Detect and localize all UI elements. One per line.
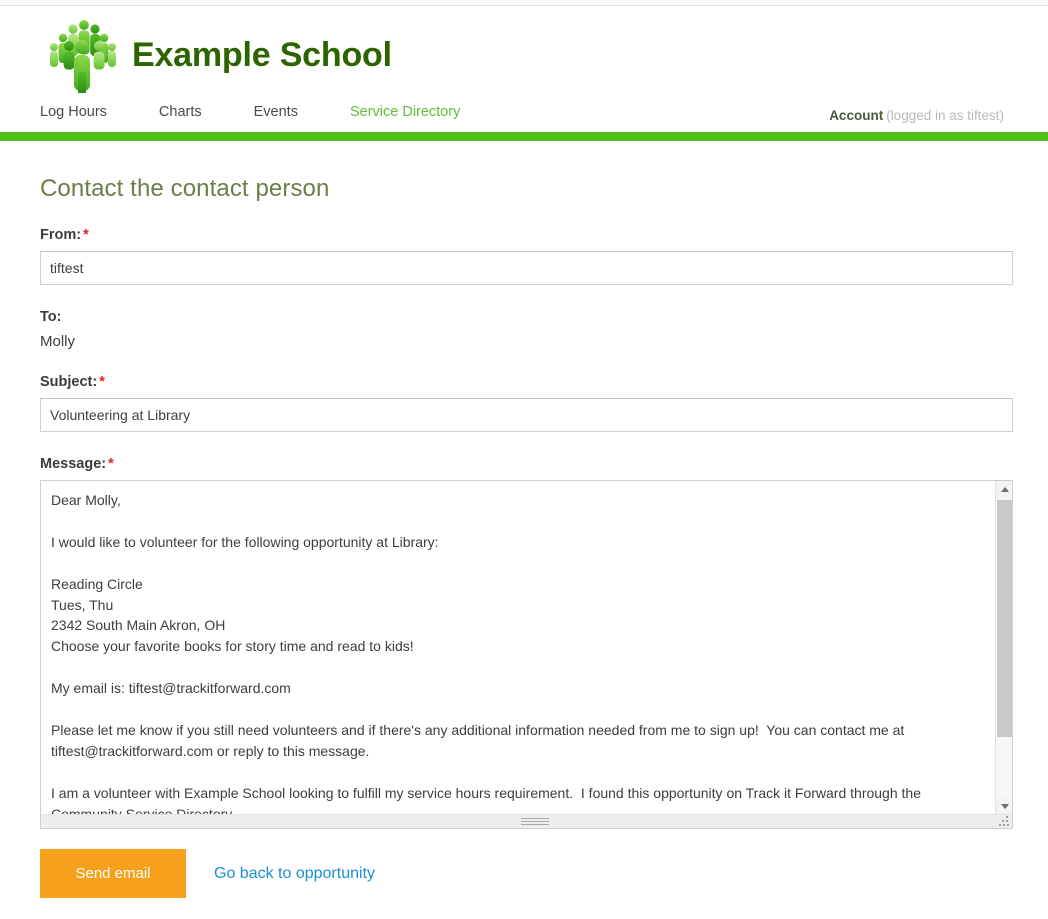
chevron-up-icon xyxy=(1000,487,1009,492)
nav-item-charts[interactable]: Charts xyxy=(159,104,202,120)
page-title: Contact the contact person xyxy=(40,175,330,202)
header-accent-bar xyxy=(0,132,1048,141)
scroll-down-button[interactable] xyxy=(996,798,1012,815)
nav-item-log-hours[interactable]: Log Hours xyxy=(40,104,107,120)
from-required-marker: * xyxy=(83,227,89,243)
tree-people-logo-icon xyxy=(40,14,124,96)
nav-item-events[interactable]: Events xyxy=(254,104,298,120)
textarea-horizontal-scrollbar[interactable] xyxy=(41,814,1012,828)
site-header: Example School Log Hours Charts Events S… xyxy=(0,6,1048,132)
brand[interactable]: Example School xyxy=(40,14,392,96)
go-back-to-opportunity-link[interactable]: Go back to opportunity xyxy=(214,865,375,883)
message-label: Message: * xyxy=(40,456,1012,472)
subject-label-text: Subject: xyxy=(40,374,98,390)
textarea-resize-grip-icon[interactable] xyxy=(999,816,1010,827)
to-value: Molly xyxy=(40,333,76,350)
nav-item-service-directory[interactable]: Service Directory xyxy=(350,104,460,120)
main-nav: Log Hours Charts Events Service Director… xyxy=(40,104,512,120)
chevron-down-icon xyxy=(1000,804,1009,809)
from-label-text: From: xyxy=(40,227,82,243)
form-actions: Send email Go back to opportunity xyxy=(40,849,1012,898)
scrollbar-thumb[interactable] xyxy=(997,500,1012,737)
subject-required-marker: * xyxy=(99,374,105,390)
to-label: To: xyxy=(40,309,1012,325)
subject-input[interactable] xyxy=(40,398,1013,432)
textarea-vertical-scrollbar[interactable] xyxy=(995,481,1012,815)
message-label-text: Message: xyxy=(40,456,107,472)
scroll-up-button[interactable] xyxy=(996,481,1012,498)
brand-title: Example School xyxy=(132,35,392,74)
horizontal-scrollbar-thumb[interactable] xyxy=(521,818,549,826)
main-content: Contact the contact person From:* To: Mo… xyxy=(0,175,1048,898)
subject-label: Subject: * xyxy=(40,374,1012,390)
account-link[interactable]: Account xyxy=(829,108,883,123)
send-email-button[interactable]: Send email xyxy=(40,849,186,898)
from-input[interactable] xyxy=(40,251,1013,285)
from-label: From: * xyxy=(40,227,1012,243)
message-required-marker: * xyxy=(108,456,114,472)
to-label-text: To: xyxy=(40,309,62,325)
account-area: Account (logged in as tiftest) xyxy=(829,108,1004,123)
message-textarea-container[interactable]: Dear Molly, I would like to volunteer fo… xyxy=(40,480,1013,829)
account-login-status: (logged in as tiftest) xyxy=(886,108,1004,123)
message-textarea[interactable]: Dear Molly, I would like to volunteer fo… xyxy=(41,481,996,816)
